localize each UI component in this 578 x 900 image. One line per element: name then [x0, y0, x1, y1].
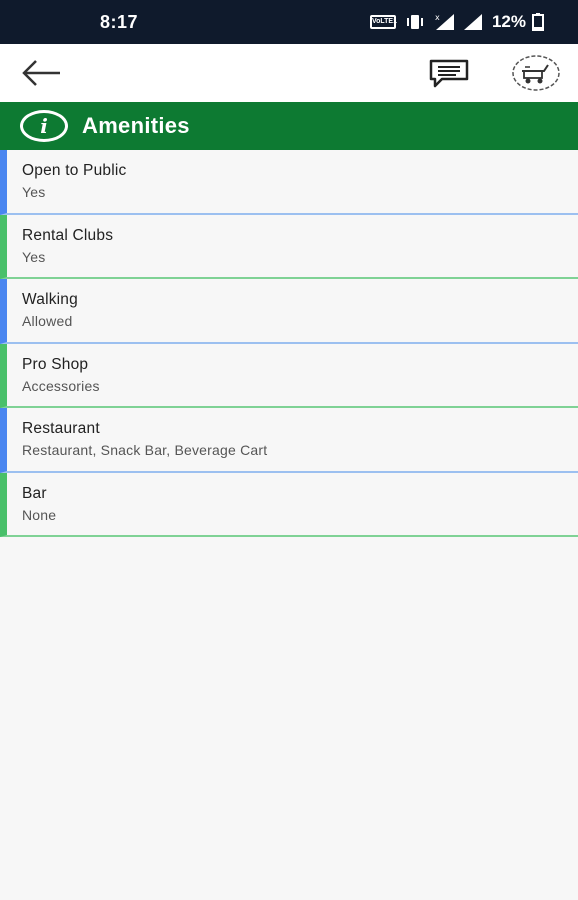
list-item-open-to-public: Open to Public Yes [0, 150, 578, 215]
item-value: Yes [22, 184, 46, 200]
golf-cart-logo-icon [512, 55, 560, 91]
vibrate-icon [406, 15, 423, 29]
item-value: Yes [22, 248, 46, 265]
list-item-walking: Walking Allowed [0, 279, 578, 344]
list-item-pro-shop: Pro Shop Accessories [0, 343, 578, 408]
back-button[interactable] [20, 58, 62, 88]
item-value: Accessories [22, 377, 100, 394]
chat-bubble-icon [429, 59, 469, 88]
battery-icon [532, 13, 544, 31]
app-bar [0, 44, 578, 102]
item-label: Open to Public [22, 162, 127, 179]
item-label: Rental Clubs [22, 226, 114, 244]
status-time: 8:17 [100, 12, 139, 32]
amenities-list: Open to Public Yes Rental Clubs Yes Walk… [0, 150, 578, 537]
amenities-header: i Amenities [0, 102, 578, 150]
battery-percent: 12% [491, 12, 526, 31]
item-value: None [22, 506, 57, 523]
item-label: Walking [22, 291, 78, 308]
item-label: Pro Shop [22, 355, 89, 373]
signal-2-icon [463, 14, 482, 30]
section-title: Amenities [82, 113, 190, 138]
list-item-restaurant: Restaurant Restaurant, Snack Bar, Bevera… [0, 408, 578, 473]
volte-icon: VoLTE1 [369, 15, 397, 29]
arrow-left-icon [22, 60, 60, 86]
signal-1-icon: x [435, 13, 454, 30]
status-icons: VoLTE1 x 12% [369, 12, 544, 32]
item-value: Restaurant, Snack Bar, Beverage Cart [22, 442, 268, 458]
list-item-rental-clubs: Rental Clubs Yes [0, 214, 578, 279]
item-value: Allowed [22, 313, 73, 329]
svg-text:x: x [435, 13, 440, 22]
list-item-bar: Bar None [0, 472, 578, 537]
chat-button[interactable] [428, 58, 470, 88]
status-bar: 8:17 VoLTE1 x 12% [0, 0, 578, 44]
item-label: Bar [22, 484, 47, 502]
golf-cart-logo-button[interactable] [510, 53, 562, 93]
item-label: Restaurant [22, 420, 100, 437]
info-icon: i [20, 110, 68, 142]
